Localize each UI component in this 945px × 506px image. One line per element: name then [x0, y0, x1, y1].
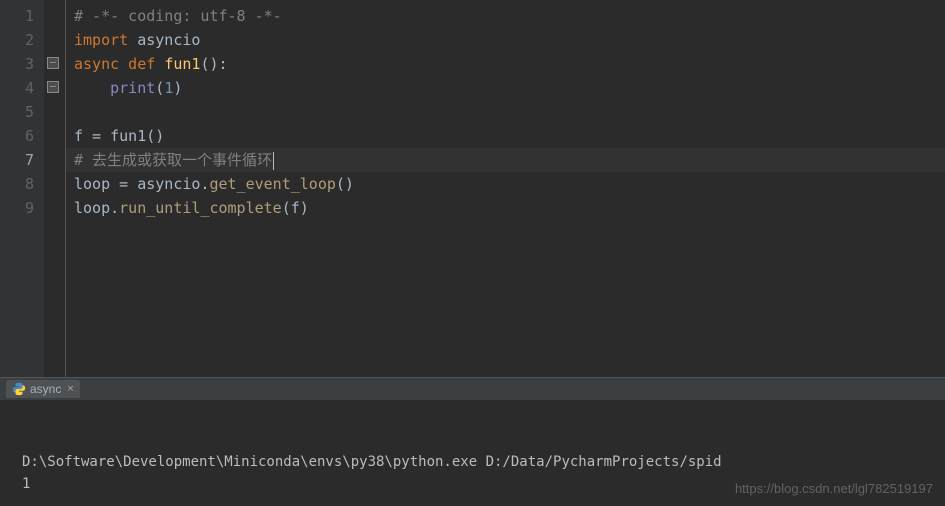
code-area[interactable]: # -*- coding: utf-8 -*-import asyncioasy… [66, 0, 945, 377]
line-number: 4 [0, 76, 44, 100]
code-line[interactable]: # 去生成或获取一个事件循环 [66, 148, 945, 172]
text-caret [273, 152, 274, 170]
line-number-gutter: 123456789 [0, 0, 44, 377]
close-icon[interactable]: × [67, 383, 73, 395]
line-number: 8 [0, 172, 44, 196]
code-token: # 去生成或获取一个事件循环 [74, 151, 272, 169]
line-number: 7 [0, 148, 44, 172]
code-token: (f) [282, 199, 309, 217]
code-token: # -*- coding: utf-8 -*- [74, 7, 282, 25]
console-output[interactable]: D:\Software\Development\Miniconda\envs\p… [0, 401, 945, 506]
code-token: f = fun1() [74, 127, 164, 145]
code-line[interactable]: loop = asyncio.get_event_loop() [66, 172, 945, 196]
fold-icon[interactable]: – [47, 57, 59, 69]
editor-pane: 123456789 –– # -*- coding: utf-8 -*-impo… [0, 0, 945, 377]
fold-icon[interactable]: – [47, 81, 59, 93]
line-number: 6 [0, 124, 44, 148]
code-token: (): [200, 55, 227, 73]
code-line[interactable] [66, 100, 945, 124]
code-token: ( [155, 79, 164, 97]
line-number: 3 [0, 52, 44, 76]
fold-strip: –– [44, 0, 66, 377]
code-token: asyncio [137, 31, 200, 49]
run-tab-label: async [30, 382, 61, 396]
console-tab-bar: async × [0, 377, 945, 401]
code-token: print [110, 79, 155, 97]
run-tab-async[interactable]: async × [6, 380, 80, 398]
code-line[interactable]: print(1) [66, 76, 945, 100]
line-number: 5 [0, 100, 44, 124]
code-token: () [336, 175, 354, 193]
code-token: fun1 [164, 55, 200, 73]
watermark-text: https://blog.csdn.net/lgl782519197 [735, 478, 933, 500]
code-line[interactable]: f = fun1() [66, 124, 945, 148]
code-line[interactable]: # -*- coding: utf-8 -*- [66, 4, 945, 28]
line-number: 9 [0, 196, 44, 220]
console-line: D:\Software\Development\Miniconda\envs\p… [22, 451, 945, 473]
code-token [74, 79, 110, 97]
python-icon [12, 382, 26, 396]
code-line[interactable]: import asyncio [66, 28, 945, 52]
code-token: loop. [74, 199, 119, 217]
line-number: 1 [0, 4, 44, 28]
code-token: ) [173, 79, 182, 97]
code-line[interactable]: async def fun1(): [66, 52, 945, 76]
code-line[interactable]: loop.run_until_complete(f) [66, 196, 945, 220]
code-token: import [74, 31, 137, 49]
line-number: 2 [0, 28, 44, 52]
code-token: run_until_complete [119, 199, 282, 217]
code-token: async def [74, 55, 164, 73]
code-token: get_event_loop [209, 175, 335, 193]
code-token: loop = asyncio. [74, 175, 209, 193]
code-token: 1 [164, 79, 173, 97]
